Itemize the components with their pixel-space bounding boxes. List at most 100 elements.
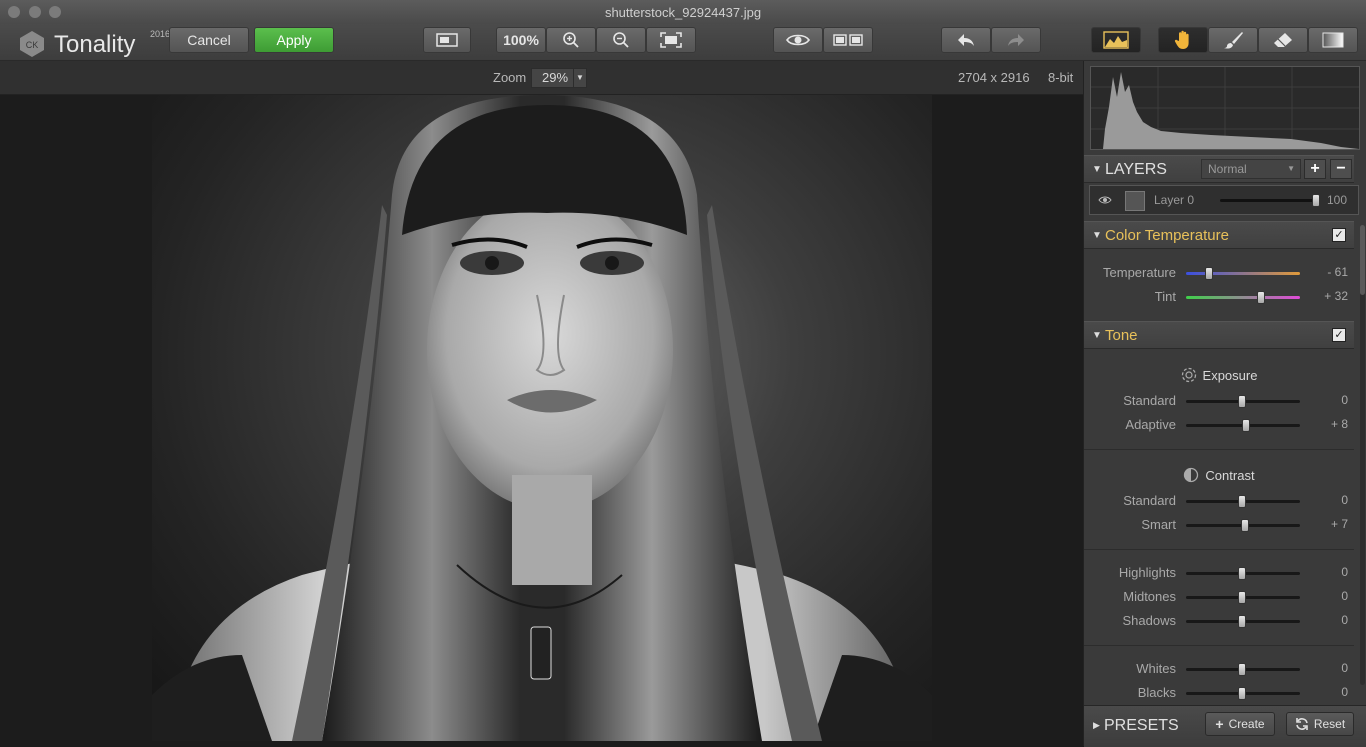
exposure-aperture-icon: [1181, 367, 1196, 383]
single-view-button[interactable]: [423, 27, 471, 53]
image-dimensions: 2704 x 2916: [958, 70, 1030, 85]
exposure-standard-slider[interactable]: [1186, 395, 1300, 408]
contrast-standard-slider[interactable]: [1186, 495, 1300, 508]
color-temperature-enabled-checkbox[interactable]: ✓: [1332, 228, 1346, 242]
zoom-in-button[interactable]: [546, 27, 596, 53]
zoom-100-button[interactable]: 100%: [496, 27, 546, 53]
redo-icon: [1008, 34, 1024, 46]
tone-section-header[interactable]: ▼ Tone ✓: [1084, 321, 1354, 349]
gradient-tool-button[interactable]: [1308, 27, 1358, 53]
presets-bar: ▶ PRESETS + Create Reset: [1084, 705, 1366, 747]
hand-tool-icon: [1174, 30, 1189, 49]
midtones-label: Midtones: [1123, 589, 1176, 604]
slider-thumb[interactable]: [1237, 591, 1246, 604]
layer-opacity-slider[interactable]: [1220, 194, 1320, 207]
layers-title: LAYERS: [1105, 161, 1167, 178]
slider-thumb[interactable]: [1242, 419, 1251, 432]
blacks-label: Blacks: [1137, 685, 1176, 700]
slider-thumb[interactable]: [1237, 567, 1246, 580]
slider-thumb[interactable]: [1257, 291, 1266, 304]
shadows-row: Shadows 0: [1084, 609, 1354, 633]
create-preset-button[interactable]: + Create: [1205, 712, 1275, 736]
highlights-slider[interactable]: [1186, 567, 1300, 580]
brush-tool-button[interactable]: [1208, 27, 1258, 53]
remove-layer-button[interactable]: −: [1330, 159, 1352, 179]
hand-tool-button[interactable]: [1158, 27, 1208, 53]
whites-slider[interactable]: [1186, 663, 1300, 676]
portrait-image: [152, 95, 932, 741]
slider-thumb[interactable]: [1237, 615, 1246, 628]
gradient-tool-icon: [1322, 32, 1344, 48]
contrast-smart-row: Smart + 7: [1084, 513, 1354, 537]
temperature-slider[interactable]: [1186, 267, 1300, 280]
midtones-slider[interactable]: [1186, 591, 1300, 604]
midtones-row: Midtones 0: [1084, 585, 1354, 609]
panel-scrollbar[interactable]: [1360, 225, 1365, 685]
undo-icon: [958, 34, 974, 46]
app-year: 2016: [150, 29, 171, 39]
exposure-adaptive-slider[interactable]: [1186, 419, 1300, 432]
cancel-button[interactable]: Cancel: [169, 27, 249, 53]
slider-thumb[interactable]: [1237, 395, 1246, 408]
color-temperature-section-header[interactable]: ▼ Color Temperature ✓: [1084, 221, 1354, 249]
image-canvas[interactable]: [0, 95, 1083, 746]
add-layer-button[interactable]: +: [1304, 159, 1326, 179]
section-divider: [1084, 449, 1354, 450]
split-view-button[interactable]: [823, 27, 873, 53]
collapse-triangle-icon: ▼: [1092, 164, 1102, 175]
layer-thumbnail: [1125, 191, 1145, 211]
section-divider: [1084, 645, 1354, 646]
contrast-standard-value: 0: [1341, 493, 1348, 507]
slider-thumb[interactable]: [1312, 194, 1320, 207]
brush-tool-icon: [1224, 32, 1243, 49]
eye-visibility-icon[interactable]: [1098, 195, 1112, 205]
redo-button[interactable]: [991, 27, 1041, 53]
contrast-title: Contrast: [1205, 468, 1255, 483]
fit-screen-button[interactable]: [646, 27, 696, 53]
zoom-select[interactable]: 29% ▼: [531, 68, 587, 88]
reset-button[interactable]: Reset: [1286, 712, 1354, 736]
exposure-subheader: Exposure: [1084, 367, 1354, 383]
highlights-value: 0: [1341, 565, 1348, 579]
shadows-value: 0: [1341, 613, 1348, 627]
contrast-smart-slider[interactable]: [1186, 519, 1300, 532]
tint-row: Tint + 32: [1084, 285, 1354, 309]
eraser-tool-button[interactable]: [1258, 27, 1308, 53]
slider-thumb[interactable]: [1204, 267, 1213, 280]
shadows-slider[interactable]: [1186, 615, 1300, 628]
exposure-adaptive-value: + 8: [1330, 417, 1348, 431]
layer-row[interactable]: Layer 0 100: [1089, 185, 1359, 215]
undo-button[interactable]: [941, 27, 991, 53]
split-view-icon: [833, 34, 863, 46]
section-divider: [1084, 549, 1354, 550]
exposure-adaptive-label: Adaptive: [1125, 417, 1176, 432]
whites-value: 0: [1341, 661, 1348, 675]
slider-thumb[interactable]: [1237, 663, 1246, 676]
blend-mode-value: Normal: [1208, 162, 1247, 176]
blacks-slider[interactable]: [1186, 687, 1300, 700]
app-name: Tonality: [54, 31, 136, 58]
shadows-label: Shadows: [1122, 613, 1176, 628]
presets-title[interactable]: PRESETS: [1104, 717, 1179, 735]
bit-depth: 8-bit: [1048, 70, 1074, 85]
histogram-toggle-button[interactable]: [1091, 27, 1141, 53]
preview-button[interactable]: [773, 27, 823, 53]
window-title: shutterstock_92924437.jpg: [604, 5, 762, 20]
reset-label: Reset: [1313, 717, 1346, 731]
expand-triangle-icon[interactable]: ▶: [1093, 720, 1100, 731]
main-toolbar: CK Tonality 2016 Cancel Apply 100%: [0, 24, 1366, 61]
zoom-out-button[interactable]: [596, 27, 646, 53]
slider-thumb[interactable]: [1237, 495, 1246, 508]
portrait-photo: [152, 95, 932, 741]
blend-mode-select[interactable]: Normal ▼: [1201, 159, 1301, 179]
scrollbar-thumb[interactable]: [1360, 225, 1365, 295]
layers-section-header[interactable]: ▼ LAYERS Normal ▼ + −: [1084, 155, 1354, 183]
whites-row: Whites 0: [1084, 657, 1354, 681]
tint-value: + 32: [1324, 289, 1348, 303]
eraser-tool-icon: [1274, 33, 1292, 47]
slider-thumb[interactable]: [1237, 687, 1246, 700]
tint-slider[interactable]: [1186, 291, 1300, 304]
apply-button[interactable]: Apply: [254, 27, 334, 53]
tone-enabled-checkbox[interactable]: ✓: [1332, 328, 1346, 342]
slider-thumb[interactable]: [1241, 519, 1250, 532]
